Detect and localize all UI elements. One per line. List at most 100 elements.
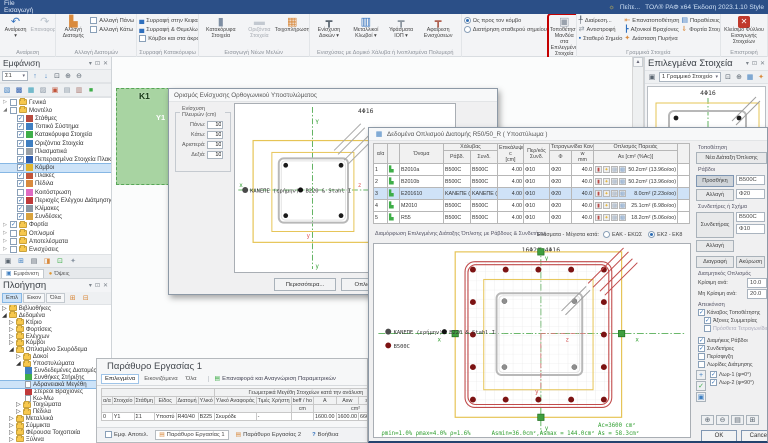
visibility-checkbox[interactable] bbox=[17, 164, 24, 171]
bar-icon[interactable]: ▮ bbox=[595, 178, 602, 185]
nav-tree-item[interactable]: Συνθήκες Στήριξης bbox=[0, 374, 111, 381]
cell[interactable]: Φ20 bbox=[550, 200, 572, 212]
axial-brackets-button[interactable]: ┣Αξονικοί Βραχίονες bbox=[624, 26, 679, 33]
cell[interactable]: ▮✦▨▧8.0cm² (2.23o/oo) bbox=[594, 188, 678, 200]
display-tree-item[interactable]: ▷Φορτία bbox=[0, 221, 111, 229]
ok-button[interactable]: OK bbox=[701, 430, 737, 442]
new-folder-icon[interactable]: ⊞ bbox=[68, 293, 78, 303]
checkbox-icon[interactable] bbox=[698, 345, 705, 352]
nav-tree-item[interactable]: ▷Ξύλινα bbox=[0, 436, 111, 443]
cell[interactable]: ▮✦▨▧25.1cm² (6.98o/oo) bbox=[594, 200, 678, 212]
nav-tree-item[interactable]: Αδρανειακά Μεγέθη bbox=[0, 381, 111, 388]
cell[interactable]: ▙ bbox=[388, 188, 400, 200]
view-3d-icon[interactable]: ▧ bbox=[2, 85, 12, 95]
statusbar-item[interactable]: ?Βοήθεια bbox=[308, 430, 342, 440]
expander-icon[interactable]: ▷ bbox=[2, 230, 8, 236]
nav-tree-item[interactable]: ▷Τοιχώματα bbox=[0, 401, 111, 408]
checkbox-icon[interactable] bbox=[710, 371, 717, 378]
detail-icon[interactable]: ▧ bbox=[619, 214, 626, 221]
pin-element-icon[interactable]: ⊡ bbox=[723, 72, 733, 82]
visibility-checkbox[interactable] bbox=[10, 221, 17, 228]
display-tree-item[interactable]: Πλασματικά bbox=[0, 147, 111, 155]
expander-icon[interactable]: ◢ bbox=[2, 312, 7, 319]
refresh-icon[interactable]: ⊡ bbox=[55, 256, 65, 266]
checkbox-icon[interactable] bbox=[698, 309, 705, 316]
display-tree-item[interactable]: Συνδέσεις bbox=[0, 213, 111, 221]
stitch-foundation-button[interactable]: ▄Συρραφή & Θεμελίωση bbox=[139, 26, 198, 33]
cell[interactable]: Φ10 bbox=[524, 164, 550, 176]
frp-fabric-button[interactable]: ┳Υφάσματα ΙΟΠ ▾ bbox=[386, 15, 417, 49]
cell[interactable] bbox=[678, 188, 690, 200]
print-icon[interactable]: ▤ bbox=[29, 256, 39, 266]
visibility-checkbox[interactable] bbox=[17, 213, 24, 220]
checkbox-icon[interactable] bbox=[698, 337, 705, 344]
side-offset-field[interactable] bbox=[207, 131, 223, 139]
checkbox-icon[interactable] bbox=[704, 317, 711, 324]
cell[interactable]: 40.0 bbox=[572, 164, 594, 176]
display-tree-item[interactable]: Πέδιλα bbox=[0, 180, 111, 188]
horizontal-members-button[interactable]: ▬Οριζόντια Στοιχεία bbox=[242, 15, 277, 49]
cell[interactable]: - bbox=[256, 413, 291, 421]
cell[interactable]: Φ10 bbox=[524, 188, 550, 200]
expander-icon[interactable]: ◢ bbox=[9, 346, 14, 353]
display-tree-item[interactable]: ◢Μοντέλο bbox=[0, 106, 111, 114]
display-tree-item[interactable]: Στάθμες bbox=[0, 114, 111, 122]
tie-diameter-combo[interactable]: Φ10 bbox=[736, 224, 765, 234]
display-tree-item[interactable]: Κόμβοι bbox=[0, 164, 111, 172]
cell[interactable]: B2010a bbox=[400, 164, 444, 176]
ribbon-checkbox[interactable]: Κόμβοι και στα άκρα bbox=[139, 35, 198, 42]
texture-icon[interactable]: ▥ bbox=[74, 85, 84, 95]
view-checkbox[interactable]: Διαμήκεις Ράβδοι bbox=[698, 337, 767, 344]
ground-icon[interactable]: ■ bbox=[86, 85, 96, 95]
panel-tab-inactive[interactable]: ●Όψεις bbox=[45, 269, 74, 278]
visibility-checkbox[interactable] bbox=[10, 107, 17, 114]
visibility-checkbox[interactable] bbox=[17, 115, 24, 122]
cell[interactable]: ▮✦▨▧50.2cm² (13.96o/oo) bbox=[594, 176, 678, 188]
cell[interactable]: 0 bbox=[102, 413, 113, 421]
cell[interactable]: ΚΑΝΕΠΕ ( bbox=[444, 188, 471, 200]
move-bar-icon[interactable]: + bbox=[696, 370, 706, 380]
cell[interactable]: R55 bbox=[400, 212, 444, 224]
detail-icon[interactable]: ▧ bbox=[619, 178, 626, 185]
view-gray-icon[interactable]: ▨ bbox=[38, 85, 48, 95]
close-icon[interactable]: ✕ bbox=[103, 282, 108, 289]
bar-icon[interactable]: ▮ bbox=[595, 190, 602, 197]
rebar-table-row[interactable]: 4▙M2010B500CB500C4.00Φ10Φ2040.0▮✦▨▧25.1c… bbox=[374, 200, 690, 212]
edit-element-icon[interactable]: ✦ bbox=[756, 72, 766, 82]
strip-checkbox[interactable]: Λωρ-2 (φ=90°) bbox=[710, 379, 754, 386]
visibility-checkbox[interactable] bbox=[17, 180, 24, 187]
bar-grade-combo[interactable]: B500C bbox=[736, 175, 765, 185]
cell[interactable]: B500C bbox=[444, 212, 471, 224]
invert-button[interactable]: ⇄Αντιστροφή bbox=[579, 26, 623, 33]
visibility-checkbox[interactable] bbox=[17, 156, 24, 163]
checkbox-icon[interactable] bbox=[90, 17, 97, 24]
checkbox-icon[interactable] bbox=[90, 26, 97, 33]
tie-grade-combo[interactable]: B500C bbox=[736, 212, 765, 222]
star-icon[interactable]: ✦ bbox=[603, 178, 610, 185]
cell[interactable]: 5 bbox=[374, 212, 388, 224]
statusbar-item[interactable]: Εμφ. Αποτελ. bbox=[101, 429, 152, 440]
level-combo[interactable]: Σ1▾ bbox=[2, 71, 28, 81]
radio-icon[interactable] bbox=[603, 231, 610, 238]
cell[interactable]: Φ20 bbox=[550, 176, 572, 188]
cell[interactable]: M2010 bbox=[400, 200, 444, 212]
cell[interactable]: 666.67 bbox=[359, 413, 367, 421]
undo-button[interactable]: ↶Αναίρεση ▾ bbox=[2, 15, 29, 49]
side-offset-field[interactable] bbox=[207, 121, 223, 129]
display-tree-item[interactable]: ▷Αποτελέσματα bbox=[0, 237, 111, 245]
shadow-icon[interactable]: ▤ bbox=[62, 85, 72, 95]
checkbox-icon[interactable] bbox=[710, 379, 717, 386]
cell[interactable]: B500C bbox=[444, 164, 471, 176]
grid-element-icon[interactable]: ▦ bbox=[745, 72, 755, 82]
cell[interactable] bbox=[678, 176, 690, 188]
cell[interactable]: 4.00 bbox=[498, 188, 524, 200]
noncritical-spacing-field[interactable]: 20.0 bbox=[747, 289, 767, 299]
ribbon-radio[interactable]: Διατήρηση σταθερού σημείου bbox=[464, 26, 547, 33]
menu-tab[interactable]: File bbox=[0, 0, 67, 7]
laminates-radio[interactable]: ΕΚ2 - ΕΚ8 bbox=[648, 231, 682, 238]
reposition-button[interactable]: ⇤Επανατοποθέτηση bbox=[624, 17, 679, 24]
nav-tree-item[interactable]: ▷Βιβλιοθήκες bbox=[0, 305, 111, 312]
cell[interactable]: 4.00 bbox=[498, 164, 524, 176]
chart-icon[interactable]: ▨ bbox=[611, 178, 618, 185]
radio-icon[interactable] bbox=[464, 17, 471, 24]
